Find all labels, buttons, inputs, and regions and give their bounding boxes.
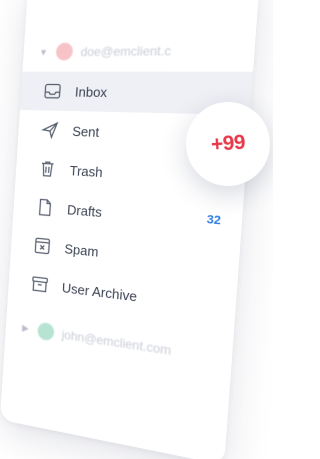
folder-label: User Archive (61, 279, 138, 305)
chevron-down-icon[interactable]: ▼ (38, 47, 48, 57)
avatar (55, 42, 74, 61)
spam-icon (31, 234, 53, 258)
account-email: doe@emclient.c (80, 42, 172, 59)
folder-label: Spam (64, 240, 100, 260)
folder-label: Drafts (66, 201, 103, 220)
unread-count: 32 (206, 213, 222, 228)
inbox-icon (41, 80, 64, 103)
avatar (37, 321, 55, 342)
folder-label: Sent (71, 123, 100, 140)
account-row-secondary[interactable]: ▶ john@emclient.com (20, 319, 172, 359)
trash-icon (36, 157, 59, 181)
chevron-right-icon[interactable]: ▶ (20, 322, 30, 334)
archive-icon (29, 272, 51, 297)
stage: ▼ doe@emclient.c Inbox Sent Trash Drafts… (0, 0, 273, 459)
folder-label: Inbox (74, 83, 108, 100)
folder-panel: ▼ doe@emclient.c Inbox Sent Trash Drafts… (0, 0, 261, 459)
account-email: john@emclient.com (61, 326, 172, 358)
send-icon (39, 118, 62, 141)
draft-icon (34, 195, 57, 219)
folder-label: Trash (69, 162, 104, 180)
account-row-primary[interactable]: ▼ doe@emclient.c (38, 41, 172, 61)
unread-badge-label: +99 (210, 130, 246, 157)
